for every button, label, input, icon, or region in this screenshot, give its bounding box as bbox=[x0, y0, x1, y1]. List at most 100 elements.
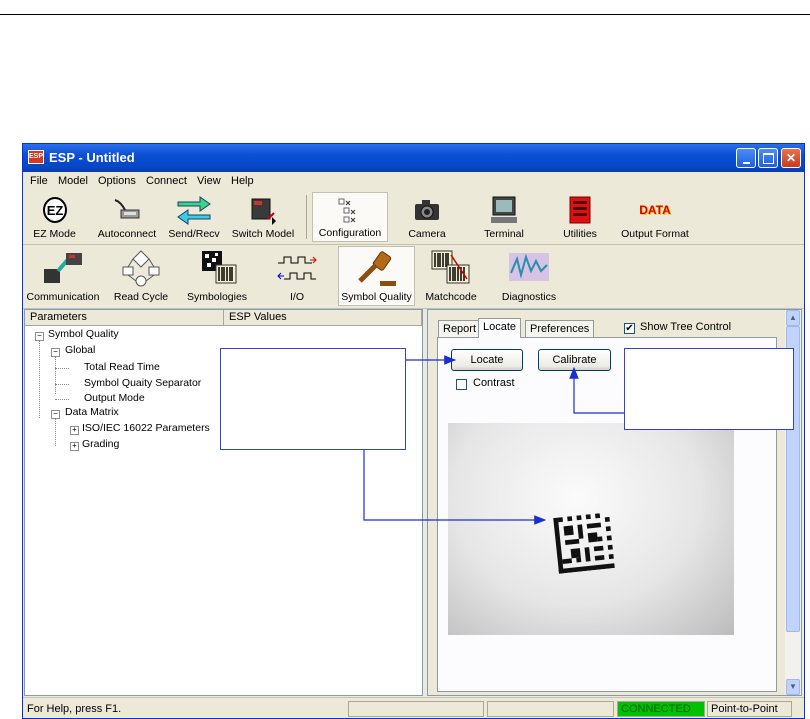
scroll-up-icon[interactable]: ▲ bbox=[786, 310, 800, 326]
terminal-button[interactable]: Terminal bbox=[476, 193, 532, 242]
menu-connect[interactable]: Connect bbox=[146, 175, 187, 187]
switch-model-label: Switch Model bbox=[231, 228, 295, 240]
status-mode: Point-to-Point bbox=[707, 701, 792, 717]
ez-mode-button[interactable]: EZ EZ Mode bbox=[27, 193, 82, 242]
send-recv-icon bbox=[177, 196, 211, 225]
maximize-button[interactable] bbox=[758, 148, 778, 168]
tree-item-global[interactable]: Global bbox=[65, 344, 95, 356]
tree-item-output-mode[interactable]: Output Mode bbox=[84, 392, 145, 404]
app-window: ESP ESP - Untitled ✕ File Model Options … bbox=[22, 143, 805, 719]
menu-file[interactable]: File bbox=[30, 175, 48, 187]
status-bar: For Help, press F1. CONNECTED Point-to-P… bbox=[23, 697, 804, 718]
autoconnect-label: Autoconnect bbox=[97, 228, 157, 240]
camera-button[interactable]: Camera bbox=[401, 193, 453, 242]
send-recv-label: Send/Recv bbox=[168, 228, 220, 240]
calibrate-button[interactable]: Calibrate bbox=[538, 349, 611, 371]
toolbar-divider bbox=[306, 195, 307, 239]
utilities-button[interactable]: Utilities bbox=[555, 193, 605, 242]
communication-icon bbox=[44, 253, 82, 283]
main-toolbar: EZ EZ Mode Autoconnect Send/Recv Switch … bbox=[23, 191, 804, 245]
page-rule bbox=[0, 14, 810, 15]
camera-icon bbox=[415, 200, 439, 220]
output-format-label: Output Format bbox=[621, 228, 689, 240]
ez-mode-label: EZ Mode bbox=[33, 228, 76, 240]
diagnostics-label: Diagnostics bbox=[501, 291, 557, 303]
contrast-label: Contrast bbox=[473, 377, 515, 389]
symbologies-icon bbox=[202, 251, 237, 284]
show-tree-control-checkbox[interactable]: ✔ bbox=[624, 323, 635, 334]
io-icon bbox=[277, 256, 317, 280]
diagnostics-icon bbox=[509, 253, 549, 281]
communication-button[interactable]: Communication bbox=[26, 247, 100, 305]
terminal-label: Terminal bbox=[484, 228, 524, 240]
data-icon: DATA bbox=[639, 203, 671, 217]
matchcode-label: Matchcode bbox=[425, 291, 477, 303]
symbol-quality-button[interactable]: Symbol Quality bbox=[338, 246, 415, 306]
tree-item-grading[interactable]: Grading bbox=[82, 438, 119, 450]
status-help-text: For Help, press F1. bbox=[27, 703, 122, 715]
cable-icon bbox=[114, 199, 140, 219]
show-tree-control-label: Show Tree Control bbox=[640, 321, 732, 333]
tree-item-total-read-time[interactable]: Total Read Time bbox=[84, 361, 160, 373]
status-panel-blank-2 bbox=[487, 701, 614, 717]
autoconnect-button[interactable]: Autoconnect bbox=[95, 193, 159, 242]
tab-preferences[interactable]: Preferences bbox=[525, 320, 595, 337]
title-bar[interactable]: ESP ESP - Untitled ✕ bbox=[23, 144, 804, 172]
configuration-icon bbox=[338, 198, 356, 223]
menu-help[interactable]: Help bbox=[231, 175, 254, 187]
expand-iso-iec-icon[interactable]: + bbox=[70, 426, 79, 435]
expand-grading-icon[interactable]: + bbox=[70, 442, 79, 451]
ez-mode-icon: EZ bbox=[42, 197, 67, 223]
switch-model-button[interactable]: Switch Model bbox=[230, 193, 296, 242]
menu-view[interactable]: View bbox=[197, 175, 221, 187]
matchcode-button[interactable]: Matchcode bbox=[424, 247, 478, 305]
locate-button[interactable]: Locate bbox=[451, 349, 523, 371]
column-header-parameters[interactable]: Parameters bbox=[25, 310, 224, 326]
menu-options[interactable]: Options bbox=[98, 175, 136, 187]
utilities-icon bbox=[569, 196, 591, 224]
tree-item-symbol-quality-separator[interactable]: Symbol Quaity Separator bbox=[84, 377, 201, 389]
symbologies-label: Symbologies bbox=[186, 291, 248, 303]
scroll-down-icon[interactable]: ▼ bbox=[786, 679, 800, 695]
collapse-data-matrix-icon[interactable]: − bbox=[51, 410, 60, 419]
window-title: ESP - Untitled bbox=[49, 150, 135, 165]
io-button[interactable]: I/O bbox=[269, 247, 325, 305]
minimize-button[interactable] bbox=[736, 148, 756, 168]
data-matrix-symbol-icon bbox=[553, 513, 615, 574]
column-header-esp-values[interactable]: ESP Values bbox=[224, 310, 422, 326]
tab-report[interactable]: Report bbox=[438, 320, 482, 337]
matchcode-icon bbox=[431, 250, 470, 284]
menu-model[interactable]: Model bbox=[58, 175, 88, 187]
camera-image bbox=[448, 423, 734, 635]
read-cycle-label: Read Cycle bbox=[113, 291, 169, 303]
terminal-icon bbox=[491, 196, 517, 223]
io-label: I/O bbox=[289, 291, 304, 303]
read-cycle-icon bbox=[122, 250, 160, 287]
close-icon: ✕ bbox=[785, 151, 797, 165]
minimize-icon bbox=[742, 161, 750, 164]
camera-label: Camera bbox=[408, 228, 446, 240]
configuration-button[interactable]: Configuration bbox=[312, 192, 388, 242]
gavel-icon bbox=[357, 251, 396, 286]
tree-item-iso-iec-16022[interactable]: ISO/IEC 16022 Parameters bbox=[82, 422, 210, 434]
diagnostics-button[interactable]: Diagnostics bbox=[497, 247, 561, 305]
close-button[interactable]: ✕ bbox=[781, 148, 801, 168]
symbologies-button[interactable]: Symbologies bbox=[183, 247, 251, 305]
config-toolbar: Communication Read Cycle Symbologies I/O… bbox=[23, 245, 804, 309]
send-recv-button[interactable]: Send/Recv bbox=[166, 193, 222, 242]
status-panel-blank-1 bbox=[348, 701, 484, 717]
switch-model-icon bbox=[251, 198, 276, 225]
esp-app-icon: ESP bbox=[28, 150, 44, 164]
tree-item-symbol-quality[interactable]: Symbol Quality bbox=[48, 328, 119, 340]
tree-item-data-matrix[interactable]: Data Matrix bbox=[65, 406, 119, 418]
svg-text:EZ: EZ bbox=[46, 203, 63, 218]
collapse-global-icon[interactable]: − bbox=[51, 348, 60, 357]
symbol-quality-label: Symbol Quality bbox=[341, 291, 412, 303]
read-cycle-button[interactable]: Read Cycle bbox=[111, 247, 171, 305]
output-format-button[interactable]: DATA Output Format bbox=[617, 193, 693, 242]
maximize-icon bbox=[762, 153, 774, 164]
tab-locate[interactable]: Locate bbox=[478, 318, 522, 338]
configuration-label: Configuration bbox=[318, 227, 382, 239]
contrast-checkbox[interactable] bbox=[456, 379, 467, 390]
collapse-symbol-quality-icon[interactable]: − bbox=[35, 332, 44, 341]
